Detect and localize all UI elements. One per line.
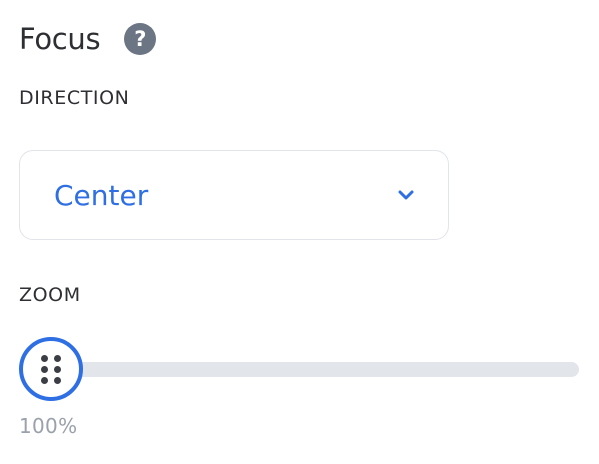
- focus-header: Focus ?: [19, 18, 157, 60]
- chevron-down-icon-svg: [398, 190, 414, 200]
- chevron-down-icon: [396, 188, 416, 202]
- question-circle-icon[interactable]: ?: [124, 23, 157, 55]
- zoom-slider-thumb[interactable]: [19, 337, 83, 401]
- direction-label: DIRECTION: [19, 87, 130, 109]
- zoom-value: 100%: [19, 414, 78, 438]
- zoom-slider-track[interactable]: [29, 362, 579, 377]
- direction-select[interactable]: Center: [19, 150, 449, 240]
- drag-grip-icon: [41, 354, 61, 384]
- help-glyph: ?: [134, 27, 147, 51]
- zoom-slider[interactable]: [19, 337, 581, 401]
- zoom-label: ZOOM: [19, 284, 81, 306]
- direction-selected-value: Center: [54, 178, 149, 212]
- panel-title: Focus: [19, 22, 101, 56]
